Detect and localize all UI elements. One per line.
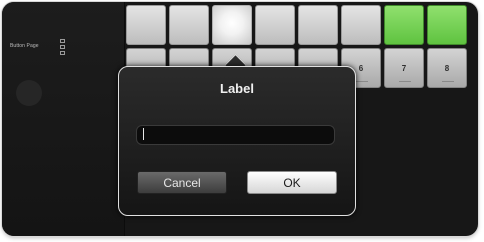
pad-button-7-green[interactable] bbox=[384, 5, 424, 45]
label-pad-8[interactable]: 8 bbox=[427, 48, 467, 88]
dialog-title: Label bbox=[220, 81, 254, 96]
ok-button[interactable]: OK bbox=[247, 171, 337, 194]
sidebar: Button Page bbox=[2, 2, 125, 236]
label-pad-7-number: 7 bbox=[401, 63, 407, 73]
pad-button-1[interactable] bbox=[126, 5, 166, 45]
label-pad-8-number: 8 bbox=[444, 63, 450, 73]
pad-button-4[interactable] bbox=[255, 5, 295, 45]
pad-button-3-selected[interactable] bbox=[212, 5, 252, 45]
stepper-down[interactable] bbox=[60, 51, 65, 55]
label-dialog: Label Cancel OK bbox=[118, 66, 356, 216]
label-input[interactable] bbox=[136, 125, 335, 145]
label-pad-7[interactable]: 7 bbox=[384, 48, 424, 88]
stepper-mid[interactable] bbox=[60, 45, 65, 49]
label-pad-6-number: 6 bbox=[358, 63, 364, 73]
pad-button-6[interactable] bbox=[341, 5, 381, 45]
text-caret bbox=[143, 128, 144, 140]
sidebar-label: Button Page bbox=[10, 43, 39, 49]
pad-button-5[interactable] bbox=[298, 5, 338, 45]
cancel-button[interactable]: Cancel bbox=[137, 171, 227, 194]
button-row-top bbox=[126, 5, 467, 45]
stepper-up[interactable] bbox=[60, 39, 65, 43]
device-screen: Button Page 6 7 8 Label Cancel OK bbox=[2, 2, 478, 236]
pad-button-8-green[interactable] bbox=[427, 5, 467, 45]
page-stepper[interactable] bbox=[60, 39, 65, 59]
knob-control[interactable] bbox=[16, 80, 42, 106]
pad-button-2[interactable] bbox=[169, 5, 209, 45]
